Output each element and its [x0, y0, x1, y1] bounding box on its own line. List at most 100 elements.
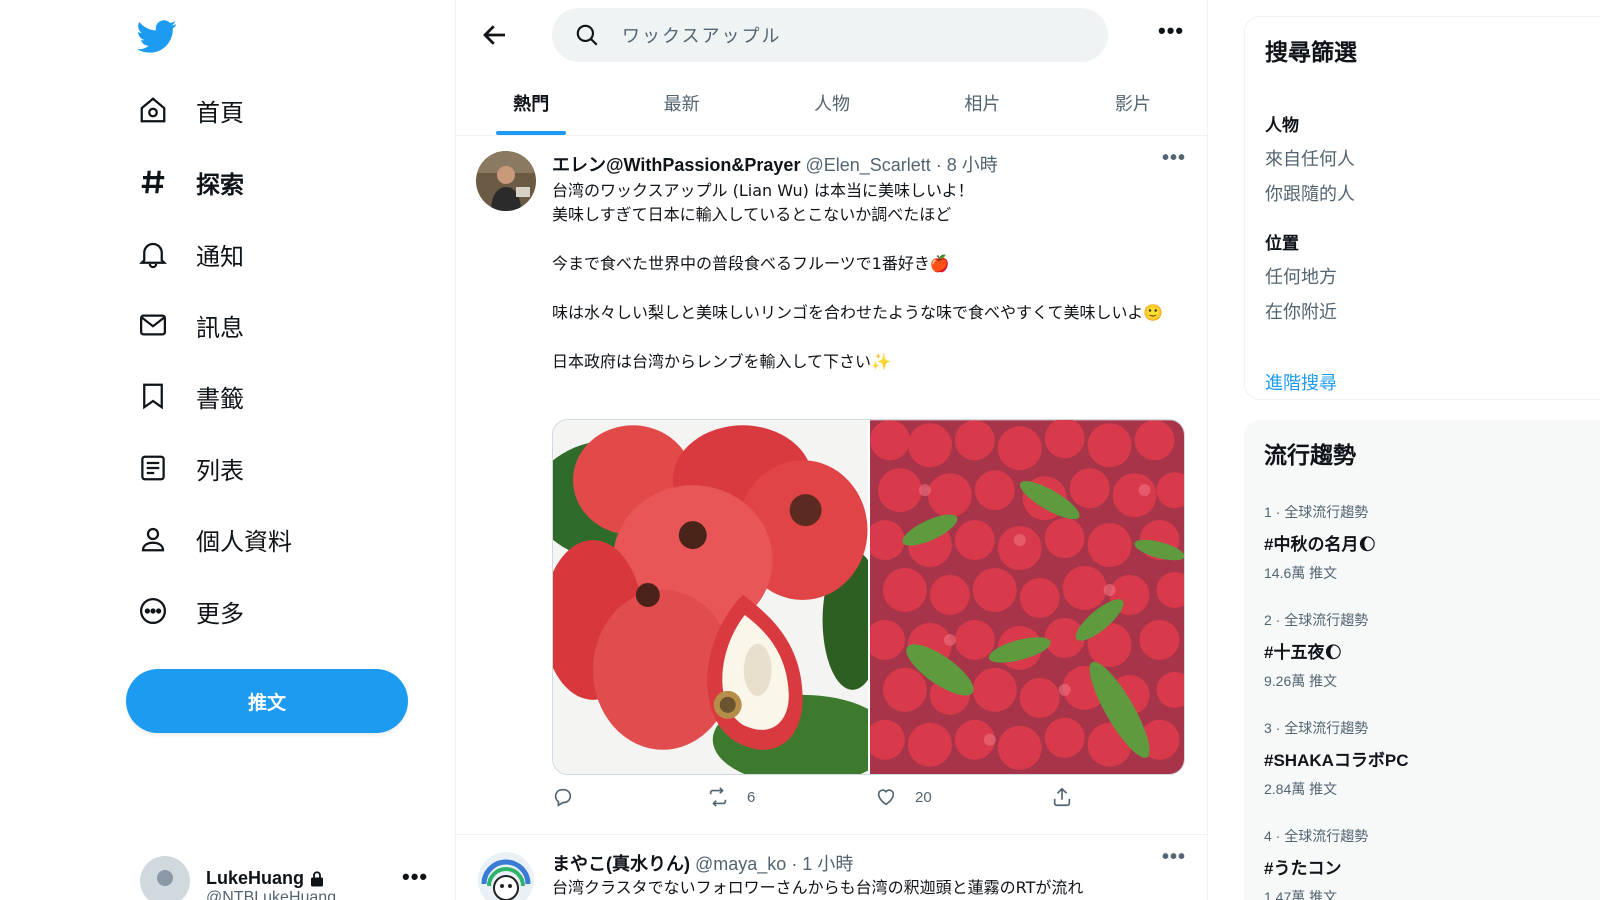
trend-meta: 4 · 全球流行趨勢: [1264, 828, 1369, 844]
trend-count: 2.84萬 推文: [1264, 781, 1338, 797]
trend-meta: 1 · 全球流行趨勢: [1264, 504, 1369, 520]
tweet-button[interactable]: 推文: [126, 669, 408, 733]
nav-item-profile[interactable]: 個人資料: [138, 515, 292, 563]
nav-label: 首頁: [196, 99, 244, 127]
filter-anywhere[interactable]: 任何地方: [1265, 263, 1337, 289]
nav-item-lists[interactable]: 列表: [138, 444, 244, 492]
trend-item[interactable]: 3 · 全球流行趨勢 #SHAKAコラボPC 2.84萬 推文: [1264, 718, 1584, 799]
retweet-icon: [709, 787, 727, 807]
share-button[interactable]: [1051, 786, 1073, 808]
nav-item-explore[interactable]: 探索: [138, 158, 244, 206]
trend-item[interactable]: 2 · 全球流行趨勢 #十五夜🌔 9.26萬 推文: [1264, 610, 1584, 691]
search-filters-card: 搜尋篩選 人物 來自任何人 你跟隨的人 位置 任何地方 在你附近 進階搜尋: [1244, 16, 1600, 400]
search-tabs: 熱門 最新 人物 相片 影片: [456, 70, 1208, 136]
retweet-button[interactable]: 6: [707, 786, 875, 808]
reply-button[interactable]: [552, 786, 707, 808]
tab-top[interactable]: 熱門: [456, 70, 606, 135]
nav-item-more[interactable]: 更多: [138, 587, 244, 635]
tweet-timestamp[interactable]: · 1 小時: [791, 850, 853, 876]
search-input[interactable]: [622, 24, 1062, 46]
tweet-timestamp[interactable]: · 8 小時: [936, 151, 998, 177]
trend-item[interactable]: 1 · 全球流行趨勢 #中秋の名月🌔 14.6萬 推文: [1264, 502, 1584, 583]
tweet-text: 台湾クラスタでないフォロワーさんからも台湾の釈迦頭と蓮霧のRTが流れ: [552, 878, 1084, 897]
trend-tag: #中秋の名月🌔: [1264, 535, 1377, 554]
trend-tag: #SHAKAコラボPC: [1264, 751, 1409, 770]
avatar[interactable]: [476, 850, 536, 900]
account-more-icon[interactable]: •••: [402, 864, 428, 890]
wax-apple-photo-left[interactable]: [553, 420, 868, 775]
account-name: LukeHuang: [206, 868, 305, 888]
filter-location-label: 位置: [1265, 234, 1299, 253]
tweet-text: 台湾のワックスアップル (Lian Wu) は本当に美味しいよ！ 美味しすぎて日…: [552, 179, 1172, 399]
account-switcher[interactable]: LukeHuang @NTBLukeHuang •••: [140, 856, 430, 900]
nav-item-messages[interactable]: 訊息: [138, 301, 244, 349]
search-box[interactable]: [552, 8, 1108, 62]
tweet-author-name[interactable]: まやこ(真水りん): [552, 850, 690, 876]
twitter-logo-icon[interactable]: [137, 16, 177, 56]
tweet-line: 今まで食べた世界中の普段食べるフルーツで1番好き🍎: [552, 254, 950, 273]
lock-icon: [311, 870, 324, 886]
tab-videos[interactable]: 影片: [1058, 70, 1208, 135]
avatar[interactable]: [476, 151, 536, 211]
wax-apple-photo-right[interactable]: [869, 420, 1185, 775]
tab-latest[interactable]: 最新: [606, 70, 756, 135]
tweet-author-handle[interactable]: @maya_ko: [695, 854, 786, 875]
filter-people-you-follow[interactable]: 你跟隨的人: [1265, 180, 1355, 206]
tweet-line: 美味しすぎて日本に輸入しているとこないか調べたほど: [552, 205, 952, 224]
advanced-search-link[interactable]: 進階搜尋: [1265, 369, 1337, 395]
bookmark-icon: [143, 383, 163, 410]
nav-item-home[interactable]: 首頁: [138, 86, 244, 134]
tweet-line: 味は水々しい梨しと美味しいリンゴを合わせたような味で食べやすくて美味しいよ🙂: [552, 303, 1164, 322]
trend-count: 9.26萬 推文: [1264, 673, 1338, 689]
hashtag-icon: [141, 170, 165, 194]
nav-label: 個人資料: [196, 528, 292, 556]
reply-icon: [554, 788, 572, 807]
share-icon: [1053, 787, 1071, 807]
filter-near-you[interactable]: 在你附近: [1265, 298, 1337, 324]
filter-people-label: 人物: [1265, 116, 1299, 135]
tab-people[interactable]: 人物: [757, 70, 907, 135]
tweet-author-name[interactable]: エレン@WithPassion&Prayer: [552, 151, 800, 177]
tweet[interactable]: エレン@WithPassion&Prayer @Elen_Scarlett · …: [456, 137, 1208, 835]
nav-item-bookmarks[interactable]: 書籤: [138, 372, 244, 420]
search-header: •••: [456, 0, 1208, 70]
tweet-more-icon[interactable]: •••: [1162, 846, 1186, 869]
tab-photos[interactable]: 相片: [907, 70, 1057, 135]
tweet-author-handle[interactable]: @Elen_Scarlett: [805, 155, 930, 176]
nav-item-notifications[interactable]: 通知: [138, 230, 244, 278]
trend-tag: #十五夜🌔: [1264, 643, 1343, 662]
search-settings-more-icon[interactable]: •••: [1158, 18, 1184, 44]
tweet-line: 台湾のワックスアップル (Lian Wu) は本当に美味しいよ！: [552, 181, 974, 200]
bell-icon: [139, 242, 167, 269]
trends-card: 流行趨勢 1 · 全球流行趨勢 #中秋の名月🌔 14.6萬 推文 2 · 全球流…: [1244, 420, 1600, 900]
back-arrow-icon[interactable]: [480, 20, 510, 50]
filters-title: 搜尋篩選: [1265, 39, 1357, 65]
tweet-actions: 6 20: [552, 782, 1112, 812]
trend-tag: #うたコン: [1264, 859, 1342, 878]
right-sidebar: 搜尋篩選 人物 來自任何人 你跟隨的人 位置 任何地方 在你附近 進階搜尋 流行…: [1208, 0, 1600, 900]
nav-label: 列表: [196, 457, 244, 485]
person-icon: [141, 527, 165, 552]
retweet-count: 6: [747, 788, 756, 806]
more-circle-icon: [140, 598, 166, 624]
trends-title: 流行趨勢: [1264, 442, 1356, 468]
nav-label: 探索: [196, 171, 244, 199]
nav-label: 通知: [196, 243, 244, 271]
tweet-line: 日本政府は台湾からレンブを輸入して下さい✨: [552, 352, 891, 371]
avatar: [140, 856, 190, 900]
nav-label: 書籤: [196, 385, 244, 413]
search-icon: [576, 24, 598, 46]
trend-item[interactable]: 4 · 全球流行趨勢 #うたコン 1.47萬 推文: [1264, 826, 1584, 900]
account-handle: @NTBLukeHuang: [206, 889, 337, 900]
trend-meta: 3 · 全球流行趨勢: [1264, 720, 1369, 736]
trend-count: 1.47萬 推文: [1264, 889, 1338, 900]
tweet[interactable]: まやこ(真水りん) @maya_ko · 1 小時 ••• 台湾クラスタでないフ…: [456, 836, 1208, 900]
heart-icon: [877, 789, 895, 806]
left-sidebar: 首頁 探索 通知 訊息 書籤 列表 個人資料 更多 推文 LukeHuang @…: [0, 0, 456, 900]
filter-from-anyone[interactable]: 來自任何人: [1265, 145, 1355, 171]
main-column: ••• 熱門 最新 人物 相片 影片 エレン@WithPassion&Praye…: [456, 0, 1208, 900]
tweet-media[interactable]: [552, 419, 1185, 775]
nav-label: 更多: [196, 600, 244, 628]
like-button[interactable]: 20: [875, 786, 1051, 808]
tweet-more-icon[interactable]: •••: [1162, 147, 1186, 170]
